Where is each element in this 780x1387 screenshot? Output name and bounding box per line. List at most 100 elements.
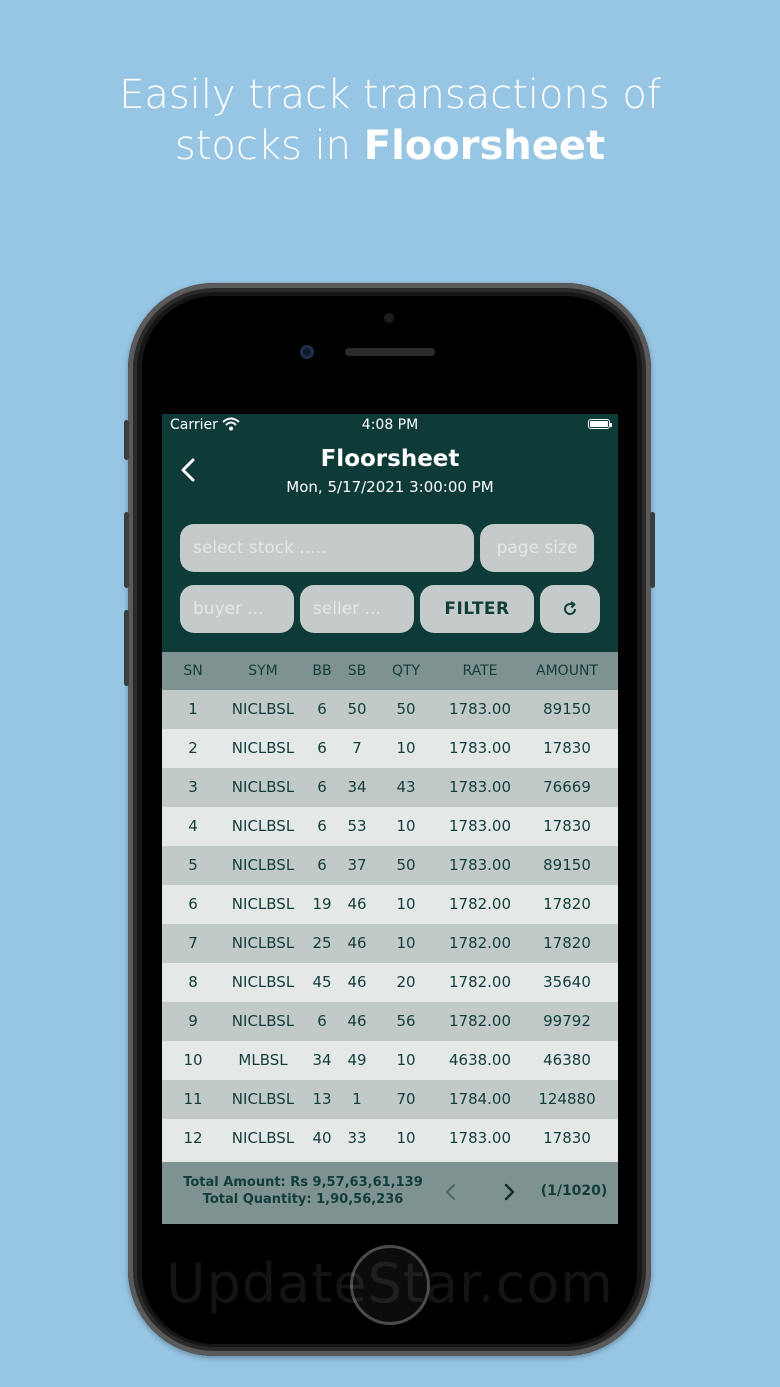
table-row[interactable]: 12 NICLBSL 40 33 10 1783.00 17830 xyxy=(162,1119,618,1158)
cell-symbol: NICLBSL xyxy=(231,856,295,874)
cell-quantity: 50 xyxy=(396,856,416,874)
volume-up-button xyxy=(124,512,129,588)
table-row[interactable]: 3 NICLBSL 6 34 43 1783.00 76669 xyxy=(162,768,618,807)
table-row[interactable]: 4 NICLBSL 6 53 10 1783.00 17830 xyxy=(162,807,618,846)
app-header: Carrier 4:08 PM Floorsheet Mon, 5/17/202… xyxy=(162,414,618,652)
cell-seller-broker: 7 xyxy=(352,739,362,757)
next-page-chevron-icon[interactable] xyxy=(498,1180,520,1204)
table-row[interactable]: 8 NICLBSL 45 46 20 1782.00 35640 xyxy=(162,963,618,1002)
col-header-qty: QTY xyxy=(391,663,421,679)
cell-quantity: 43 xyxy=(396,778,416,796)
cell-sn: 6 xyxy=(188,895,198,913)
front-camera xyxy=(300,345,314,359)
cell-buyer-broker: 6 xyxy=(317,1012,327,1030)
cell-buyer-broker: 19 xyxy=(312,895,332,913)
cell-amount: 17830 xyxy=(543,1129,591,1147)
cell-buyer-broker: 6 xyxy=(317,817,327,835)
cell-seller-broker: 50 xyxy=(347,700,367,718)
cell-sn: 8 xyxy=(188,973,198,991)
cell-quantity: 10 xyxy=(396,934,416,952)
promo-line-2-prefix: stocks in xyxy=(174,123,364,169)
cell-amount: 35640 xyxy=(543,973,591,991)
page-title: Floorsheet xyxy=(320,446,460,472)
page-subtitle: Mon, 5/17/2021 3:00:00 PM xyxy=(286,478,494,496)
cell-quantity: 10 xyxy=(396,895,416,913)
cell-seller-broker: 1 xyxy=(352,1090,362,1108)
cell-buyer-broker: 13 xyxy=(312,1090,332,1108)
cell-amount: 76669 xyxy=(543,778,591,796)
col-header-sym: SYM xyxy=(248,663,278,679)
refresh-button[interactable] xyxy=(540,585,600,633)
page-indicator: (1/1020) xyxy=(540,1183,608,1199)
table-row[interactable]: 1 NICLBSL 6 50 50 1783.00 89150 xyxy=(162,690,618,729)
table-row[interactable]: 11 NICLBSL 13 1 70 1784.00 124880 xyxy=(162,1080,618,1119)
stock-select-input[interactable]: select stock ..... xyxy=(180,524,474,572)
cell-symbol: NICLBSL xyxy=(231,817,295,835)
cell-sn: 3 xyxy=(188,778,198,796)
cell-buyer-broker: 6 xyxy=(317,856,327,874)
cell-symbol: MLBSL xyxy=(238,1051,288,1069)
cell-rate: 1783.00 xyxy=(448,817,512,835)
cell-sn: 9 xyxy=(188,1012,198,1030)
table-footer: Total Amount: Rs 9,57,63,61,139 Total Qu… xyxy=(162,1162,618,1224)
status-bar: Carrier 4:08 PM xyxy=(162,414,618,436)
cell-buyer-broker: 40 xyxy=(312,1129,332,1147)
cell-buyer-broker: 6 xyxy=(317,739,327,757)
table-row[interactable]: 10 MLBSL 34 49 10 4638.00 46380 xyxy=(162,1041,618,1080)
cell-seller-broker: 37 xyxy=(347,856,367,874)
cell-rate: 1782.00 xyxy=(448,934,512,952)
col-header-rate: RATE xyxy=(462,663,498,679)
page-size-input[interactable]: page size xyxy=(480,524,594,572)
table-row[interactable]: 9 NICLBSL 6 46 56 1782.00 99792 xyxy=(162,1002,618,1041)
cell-quantity: 56 xyxy=(396,1012,416,1030)
cell-symbol: NICLBSL xyxy=(231,973,295,991)
cell-sn: 2 xyxy=(188,739,198,757)
cell-quantity: 50 xyxy=(396,700,416,718)
table-row[interactable]: 6 NICLBSL 19 46 10 1782.00 17820 xyxy=(162,885,618,924)
cell-seller-broker: 33 xyxy=(347,1129,367,1147)
cell-symbol: NICLBSL xyxy=(231,700,295,718)
cell-rate: 1782.00 xyxy=(448,895,512,913)
cell-rate: 4638.00 xyxy=(448,1051,512,1069)
table-row[interactable]: 5 NICLBSL 6 37 50 1783.00 89150 xyxy=(162,846,618,885)
battery-icon xyxy=(588,419,612,429)
app-screen: Carrier 4:08 PM Floorsheet Mon, 5/17/202… xyxy=(162,414,618,1224)
watermark: UpdateStar.com xyxy=(166,1252,614,1315)
cell-symbol: NICLBSL xyxy=(231,895,295,913)
cell-buyer-broker: 6 xyxy=(317,778,327,796)
table-body: 1 NICLBSL 6 50 50 1783.00 89150 2 NICLBS… xyxy=(162,690,618,1158)
cell-buyer-broker: 25 xyxy=(312,934,332,952)
promo-line-1: Easily track transactions of xyxy=(119,72,661,118)
filter-button[interactable]: FILTER xyxy=(420,585,534,633)
promo-line-2-bold: Floorsheet xyxy=(363,123,606,169)
table-row[interactable]: 7 NICLBSL 25 46 10 1782.00 17820 xyxy=(162,924,618,963)
cell-quantity: 70 xyxy=(396,1090,416,1108)
cell-buyer-broker: 45 xyxy=(312,973,332,991)
totals-summary: Total Amount: Rs 9,57,63,61,139 Total Qu… xyxy=(178,1174,428,1208)
table-row[interactable]: 2 NICLBSL 6 7 10 1783.00 17830 xyxy=(162,729,618,768)
table-header: SN SYM BB SB QTY RATE AMOUNT xyxy=(162,652,618,690)
prev-page-chevron-icon[interactable] xyxy=(440,1180,462,1204)
cell-quantity: 10 xyxy=(396,817,416,835)
cell-seller-broker: 46 xyxy=(347,1012,367,1030)
refresh-icon xyxy=(564,601,577,615)
cell-sn: 7 xyxy=(188,934,198,952)
col-header-amount: AMOUNT xyxy=(536,663,598,679)
cell-quantity: 10 xyxy=(396,1051,416,1069)
col-header-sb: SB xyxy=(347,663,367,679)
cell-quantity: 10 xyxy=(396,739,416,757)
cell-amount: 17820 xyxy=(543,934,591,952)
buyer-input[interactable]: buyer ... xyxy=(180,585,294,633)
cell-seller-broker: 46 xyxy=(347,934,367,952)
seller-input[interactable]: seller ... xyxy=(300,585,414,633)
cell-rate: 1782.00 xyxy=(448,973,512,991)
cell-amount: 17830 xyxy=(543,817,591,835)
promo-headline: Easily track transactions of stocks in F… xyxy=(0,70,780,172)
cell-symbol: NICLBSL xyxy=(231,934,295,952)
power-button xyxy=(650,512,655,588)
status-time: 4:08 PM xyxy=(361,417,419,433)
cell-rate: 1783.00 xyxy=(448,778,512,796)
cell-seller-broker: 34 xyxy=(347,778,367,796)
cell-symbol: NICLBSL xyxy=(231,778,295,796)
cell-amount: 124880 xyxy=(538,1090,596,1108)
